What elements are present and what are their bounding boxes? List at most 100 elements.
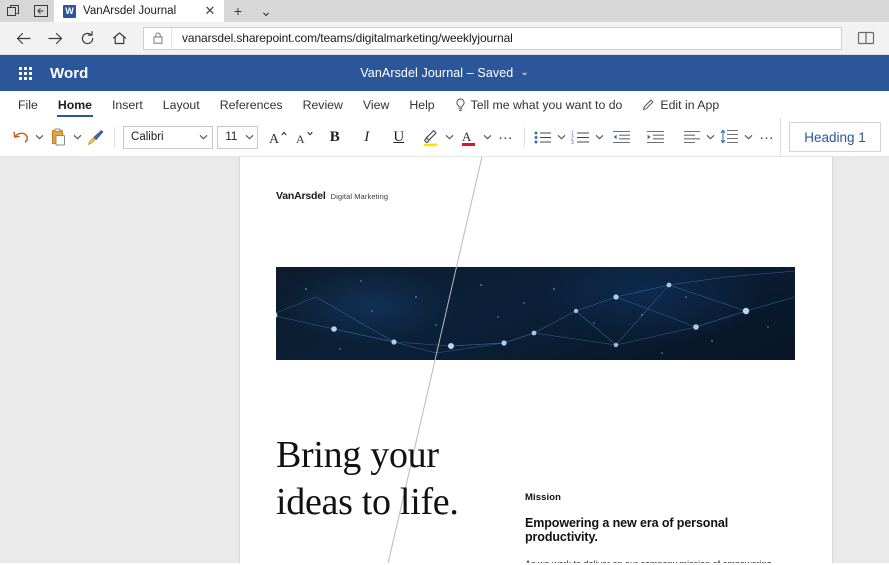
set-aside-tabs-icon[interactable] [27, 0, 54, 22]
chevron-down-icon[interactable] [199, 133, 208, 142]
edit-in-app-label: Edit in App [660, 98, 719, 112]
mission-column: Mission Empowering a new era of personal… [525, 492, 793, 563]
font-name-combobox[interactable]: Calibri [123, 126, 213, 149]
align-left-icon [683, 130, 701, 145]
decrease-indent-button[interactable] [609, 122, 635, 152]
style-heading-1[interactable]: Heading 1 [789, 122, 881, 152]
tell-me-search[interactable]: Tell me what you want to do [445, 91, 633, 118]
vanarsdel-logo: VanArsdel Digital Marketing [276, 190, 388, 202]
ribbon-tab-bar: File Home Insert Layout References Revie… [0, 91, 889, 118]
svg-text:A: A [462, 129, 472, 144]
close-icon[interactable]: ✕ [202, 3, 218, 19]
network-constellation-banner [276, 267, 795, 360]
pencil-icon [642, 98, 655, 111]
tab-view[interactable]: View [353, 91, 399, 118]
reading-view-icon[interactable] [851, 23, 881, 53]
text-highlight-icon [421, 128, 440, 147]
paste-clipboard-icon [50, 128, 67, 146]
logo-subtitle: Digital Marketing [331, 192, 389, 201]
bulleted-list-button[interactable] [530, 122, 556, 152]
line-spacing-button[interactable] [716, 122, 742, 152]
grow-font-button[interactable]: A [266, 122, 292, 152]
bulleted-list-icon [534, 130, 552, 145]
chevron-down-icon[interactable]: ⌄ [252, 0, 280, 22]
shrink-font-button[interactable]: A [292, 122, 318, 152]
align-dropdown[interactable] [705, 122, 717, 152]
mission-heading: Empowering a new era of personal product… [525, 516, 793, 544]
tab-layout[interactable]: Layout [153, 91, 210, 118]
browser-toolbar-right [851, 23, 881, 53]
font-size-combobox[interactable]: 11 [217, 126, 257, 149]
chevron-down-icon[interactable] [245, 133, 254, 142]
font-color-button[interactable]: A [455, 122, 481, 152]
document-title[interactable]: VanArsdel Journal – Saved [360, 66, 513, 80]
svg-text:3: 3 [571, 140, 574, 145]
lightbulb-icon [455, 98, 466, 112]
document-page[interactable]: VanArsdel Digital Marketing [240, 157, 832, 563]
tab-home[interactable]: Home [48, 91, 102, 118]
tab-insert[interactable]: Insert [102, 91, 153, 118]
increase-indent-button[interactable] [643, 122, 669, 152]
document-title-group: VanArsdel Journal – Saved ⌄ [0, 66, 889, 80]
line-spacing-icon [720, 129, 739, 145]
italic-button[interactable]: I [354, 122, 380, 152]
tab-file[interactable]: File [8, 91, 48, 118]
document-headline: Bring your ideas to life. [276, 432, 459, 526]
toolbar-divider [524, 127, 525, 147]
tab-review[interactable]: Review [293, 91, 353, 118]
document-canvas: VanArsdel Digital Marketing [0, 157, 889, 563]
font-name-value: Calibri [131, 131, 199, 143]
mission-body-text: As we work to deliver on our company mis… [525, 557, 793, 563]
chevron-down-icon[interactable]: ⌄ [520, 68, 528, 78]
word-app-header: Word VanArsdel Journal – Saved ⌄ [0, 55, 889, 91]
forward-arrow-icon[interactable] [40, 23, 70, 53]
numbered-list-button[interactable]: 123 [567, 122, 593, 152]
paragraph-group-overflow-button[interactable]: … [754, 122, 780, 152]
highlight-dropdown[interactable] [444, 122, 456, 152]
svg-text:A: A [296, 132, 305, 146]
browser-tab[interactable]: W VanArsdel Journal ✕ [54, 0, 224, 22]
new-tab-button[interactable]: + [224, 0, 252, 22]
bullets-dropdown[interactable] [556, 122, 568, 152]
bold-button[interactable]: B [322, 122, 348, 152]
undo-dropdown[interactable] [34, 122, 46, 152]
tab-list-icon[interactable] [0, 0, 27, 22]
line-spacing-dropdown[interactable] [742, 122, 754, 152]
paste-button[interactable] [46, 122, 72, 152]
browser-tab-strip: W VanArsdel Journal ✕ + ⌄ [0, 0, 889, 22]
address-bar[interactable]: vanarsdel.sharepoint.com/teams/digitalma… [143, 27, 842, 50]
text-highlight-button[interactable] [418, 122, 444, 152]
tab-references[interactable]: References [210, 91, 293, 118]
word-brand-label[interactable]: Word [50, 65, 88, 82]
numbering-dropdown[interactable] [593, 122, 605, 152]
align-button[interactable] [679, 122, 705, 152]
app-launcher-waffle-icon[interactable] [10, 58, 40, 88]
browser-tab-title: VanArsdel Journal [83, 5, 195, 17]
home-ribbon-toolbar: Calibri 11 A A B I U A … [0, 118, 889, 157]
browser-toolbar: vanarsdel.sharepoint.com/teams/digitalma… [0, 22, 889, 55]
lock-icon [144, 28, 172, 49]
home-icon[interactable] [104, 23, 134, 53]
edit-in-app-button[interactable]: Edit in App [632, 91, 729, 118]
tab-help[interactable]: Help [399, 91, 444, 118]
refresh-icon[interactable] [72, 23, 102, 53]
format-painter-button[interactable] [83, 122, 109, 152]
back-arrow-icon[interactable] [8, 23, 38, 53]
word-favicon: W [63, 5, 76, 18]
numbered-list-icon: 123 [571, 130, 590, 145]
format-painter-icon [87, 129, 105, 146]
toolbar-divider [114, 127, 115, 147]
logo-wordmark: VanArsdel [276, 190, 326, 202]
svg-text:A: A [269, 132, 280, 146]
paste-dropdown[interactable] [72, 122, 84, 152]
underline-button[interactable]: U [386, 122, 412, 152]
font-group-overflow-button[interactable]: … [493, 122, 519, 152]
font-color-dropdown[interactable] [481, 122, 493, 152]
grow-font-icon: A [269, 129, 288, 146]
style-gallery: Heading 1 [780, 118, 881, 157]
undo-button[interactable] [8, 122, 34, 152]
tell-me-label: Tell me what you want to do [471, 98, 623, 112]
address-bar-url[interactable]: vanarsdel.sharepoint.com/teams/digitalma… [172, 31, 513, 45]
mission-kicker: Mission [525, 492, 793, 503]
font-color-icon: A [460, 128, 477, 147]
